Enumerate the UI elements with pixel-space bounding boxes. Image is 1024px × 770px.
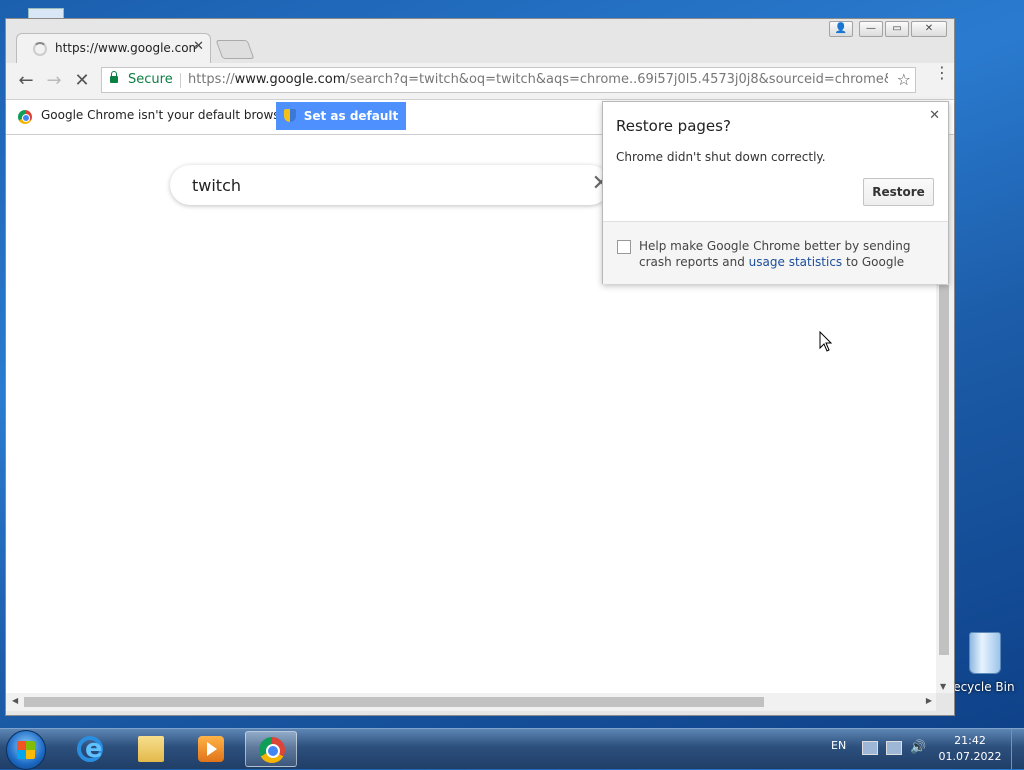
show-desktop-button[interactable]	[1011, 729, 1024, 769]
search-input[interactable]	[190, 175, 574, 196]
scroll-right-arrow-icon[interactable]: ▶	[926, 696, 932, 705]
uac-shield-icon	[283, 109, 296, 122]
restore-button[interactable]: Restore	[863, 178, 934, 206]
loading-spinner-icon	[33, 42, 47, 56]
tab-title: https://www.google.com	[55, 41, 197, 55]
set-as-default-button[interactable]: Set as default	[276, 102, 406, 130]
horizontal-scrollbar[interactable]: ◀ ▶	[6, 693, 936, 711]
restore-pages-bubble: Restore pages? ✕ Chrome didn't shut down…	[602, 101, 949, 284]
google-search-box: ✕	[170, 165, 610, 205]
infobar-message: Google Chrome isn't your default browser…	[41, 108, 295, 122]
omnibox-divider	[180, 73, 181, 88]
network-disconnected-icon[interactable]	[886, 741, 902, 755]
media-player-icon	[198, 736, 224, 762]
crash-report-text-after: to Google	[842, 255, 905, 269]
url-host: www.google.com	[234, 72, 346, 87]
maximize-button[interactable]: ▭	[885, 21, 909, 37]
close-popup-icon[interactable]: ✕	[929, 108, 940, 123]
start-button[interactable]	[6, 730, 46, 770]
bookmark-star-icon[interactable]: ☆	[897, 70, 911, 89]
new-tab-button[interactable]	[215, 40, 255, 59]
stop-loading-button[interactable]: ✕	[70, 69, 94, 93]
lock-icon	[110, 71, 118, 83]
minimize-button[interactable]: —	[859, 21, 883, 37]
close-window-button[interactable]: ✕	[911, 21, 947, 37]
taskbar: EN 🔊 21:42 01.07.2022	[0, 728, 1024, 770]
language-indicator[interactable]: EN	[831, 739, 846, 752]
scroll-down-arrow-icon[interactable]: ▼	[940, 682, 946, 691]
back-button[interactable]: ←	[14, 69, 38, 93]
taskbar-item-google-chrome[interactable]	[245, 731, 297, 767]
folder-icon	[138, 736, 164, 762]
recycle-bin-shortcut[interactable]: Recycle Bin	[945, 630, 1020, 700]
forward-button[interactable]: →	[42, 69, 66, 93]
action-center-icon[interactable]	[862, 741, 878, 755]
volume-icon[interactable]: 🔊	[910, 741, 926, 755]
chrome-icon	[259, 737, 285, 763]
taskbar-clock[interactable]: 21:42 01.07.2022	[930, 733, 1010, 765]
mouse-cursor-icon	[819, 331, 833, 352]
browser-tab[interactable]: https://www.google.com ✕	[16, 33, 211, 63]
browser-toolbar: ← → ✕ Secure https://www.google.com/sear…	[6, 63, 954, 100]
restore-popup-message: Chrome didn't shut down correctly.	[616, 150, 826, 164]
vertical-scroll-thumb[interactable]	[939, 285, 949, 655]
windows-logo-icon	[17, 741, 35, 759]
crash-report-text: Help make Google Chrome better by sendin…	[639, 238, 929, 270]
crash-report-footer: Help make Google Chrome better by sendin…	[603, 221, 948, 284]
url-scheme: https://	[188, 72, 235, 87]
scroll-left-arrow-icon[interactable]: ◀	[12, 696, 18, 705]
taskbar-item-media-player[interactable]	[185, 731, 237, 767]
address-bar[interactable]: Secure https://www.google.com/search?q=t…	[101, 67, 916, 93]
chrome-menu-icon[interactable]: ⋮	[934, 65, 950, 81]
taskbar-item-file-explorer[interactable]	[125, 731, 177, 767]
recycle-bin-icon	[969, 632, 1001, 674]
internet-explorer-icon	[77, 734, 103, 764]
chrome-logo-icon	[18, 110, 32, 124]
crash-report-checkbox[interactable]	[617, 240, 631, 254]
secure-label[interactable]: Secure	[128, 72, 173, 87]
clock-date: 01.07.2022	[938, 750, 1002, 763]
taskbar-item-internet-explorer[interactable]	[64, 731, 116, 767]
tab-close-icon[interactable]: ✕	[193, 39, 204, 54]
url-text[interactable]: https://www.google.com/search?q=twitch&o…	[188, 72, 888, 87]
set-as-default-label: Set as default	[303, 109, 399, 123]
horizontal-scroll-thumb[interactable]	[24, 697, 764, 707]
usage-statistics-link[interactable]: usage statistics	[749, 255, 843, 269]
restore-popup-title: Restore pages?	[616, 117, 731, 135]
user-icon[interactable]: 👤	[829, 21, 853, 37]
clock-time: 21:42	[954, 734, 986, 747]
url-path: /search?q=twitch&oq=twitch&aqs=chrome..6…	[345, 72, 888, 87]
